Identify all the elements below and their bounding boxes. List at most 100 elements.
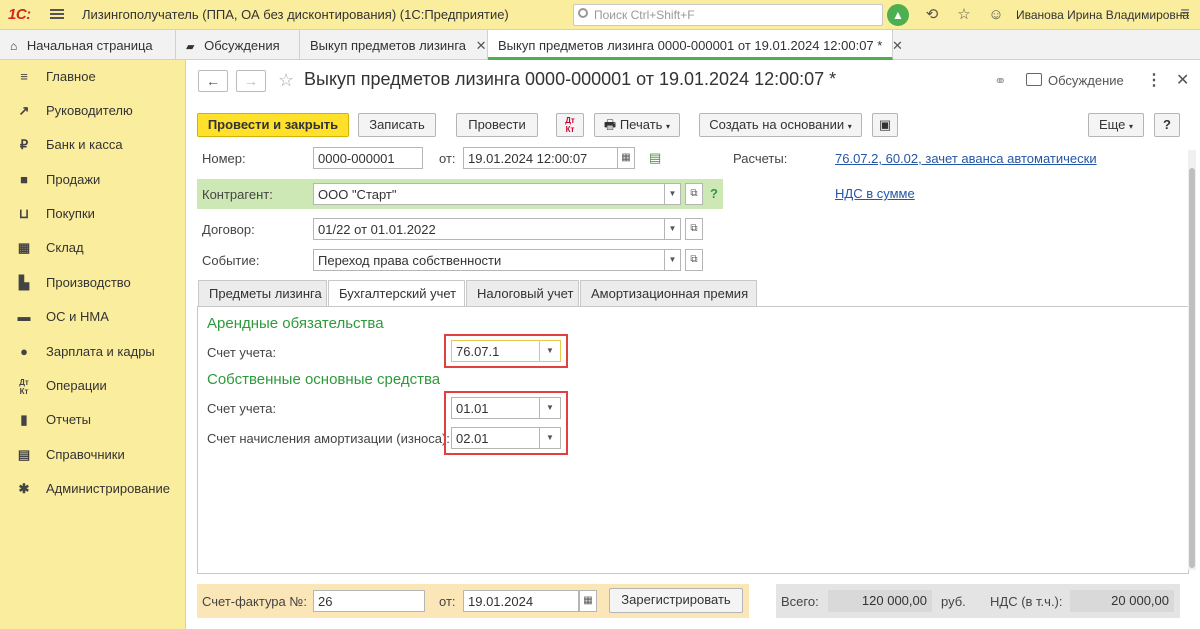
open-icon[interactable]: ⧉ [685,249,703,271]
tab-label: Начальная страница [26,38,153,53]
more-button[interactable]: Еще ▾ [1088,113,1144,137]
sidebar-item-warehouse[interactable]: ▦ Склад [0,231,186,265]
settings-menu-icon[interactable]: ≡ [1176,6,1194,22]
sidebar-item-label: Администрирование [46,481,170,496]
page-title: Выкуп предметов лизинга 0000-000001 от 1… [304,69,837,89]
chevron-down-icon[interactable]: ▼ [665,249,681,271]
account-field-76071[interactable]: 76.07.1 [451,340,540,362]
print-button[interactable]: 🖶 Печать ▾ [594,113,680,137]
current-user[interactable]: Иванова Ирина Владимировна [1016,8,1189,22]
tab-depreciation-bonus[interactable]: Амортизационная премия [580,280,757,306]
number-label: Номер: [202,151,246,166]
event-field[interactable]: Переход права собственности [313,249,665,271]
calendar-icon[interactable]: ▦ [617,147,635,169]
menu-lines-icon: ≡ [20,69,28,84]
invoice-date-label: от: [439,594,456,609]
favorites-star-icon[interactable]: ☆ [954,6,974,24]
truck-icon: ▬ [17,309,31,324]
contractor-field[interactable]: ООО "Старт" [313,183,665,205]
sidebar-item-payroll[interactable]: ● Зарплата и кадры [0,335,186,369]
discuss-button[interactable]: Обсуждение [1048,73,1124,88]
sidebar-item-main[interactable]: ≡ Главное [0,60,186,94]
sidebar-item-label: ОС и НМА [46,309,109,324]
calc-label: Расчеты: [733,151,788,166]
calc-link[interactable]: 76.07.2, 60.02, зачет аванса автоматичес… [835,151,1097,166]
sidebar-item-purchases[interactable]: ⊔ Покупки [0,197,186,231]
sidebar-item-directories[interactable]: ▤ Справочники [0,438,186,472]
close-icon[interactable]: ✕ [892,38,903,53]
sidebar-item-fixed-assets[interactable]: ▬ ОС и НМА [0,300,186,334]
chevron-down-icon[interactable]: ▼ [540,427,561,449]
tab-label: Выкуп предметов лизинга 0000-000001 от 1… [498,38,883,53]
fill-icon[interactable]: ▤ [649,150,661,166]
notifications-bell-icon[interactable]: ▲ [887,4,909,26]
more-vertical-icon[interactable]: ⋮ [1146,70,1162,90]
save-button[interactable]: Записать [358,113,436,137]
sidebar-item-manager[interactable]: ↗ Руководителю [0,94,186,128]
back-button[interactable]: ← [198,70,228,92]
users-icon[interactable]: ☺ [986,6,1006,24]
gear-icon: ✱ [18,481,30,496]
history-icon[interactable]: ⟲ [922,6,942,24]
section-own-fixed-assets: Собственные основные средства [207,371,441,388]
tab-buyout-document[interactable]: Выкуп предметов лизинга 0000-000001 от 1… [488,30,903,60]
main-menu-icon[interactable] [50,7,64,21]
close-icon[interactable]: ✕ [1176,70,1189,90]
open-icon[interactable]: ⧉ [685,183,703,205]
tab-leasing-items[interactable]: Предметы лизинга [198,280,327,306]
sidebar-item-label: Производство [46,275,131,290]
sidebar-item-reports[interactable]: ▮ Отчеты [0,403,186,437]
sidebar-item-production[interactable]: ▙ Производство [0,266,186,300]
chevron-down-icon[interactable]: ▼ [540,340,561,362]
kt-label: Кт [565,125,575,134]
chevron-down-icon[interactable]: ▼ [540,397,561,419]
chat-icon[interactable] [1026,73,1042,86]
vat-link[interactable]: НДС в сумме [835,186,915,201]
total-label: Всего: [781,594,819,609]
sidebar-item-label: Отчеты [46,412,91,427]
favorite-star-icon[interactable]: ☆ [278,70,294,91]
help-question-icon[interactable]: ? [710,186,718,201]
account-field-0201[interactable]: 02.01 [451,427,540,449]
tab-buyout-list[interactable]: Выкуп предметов лизинга ✕ [300,30,488,60]
ruble-icon: ₽ [19,137,29,152]
sidebar-item-admin[interactable]: ✱ Администрирование [0,472,186,506]
post-button[interactable]: Провести [456,113,538,137]
register-button[interactable]: Зарегистрировать [609,588,743,613]
factory-icon: ▙ [19,275,29,290]
sidebar-item-bank[interactable]: ₽ Банк и касса [0,128,186,162]
dt-kt-button[interactable]: Дт Кт [556,113,584,137]
invoice-date-field[interactable]: 19.01.2024 [463,590,579,612]
forward-button[interactable]: → [236,70,266,92]
structure-icon[interactable]: ▣ [872,113,898,137]
person-icon: ● [20,344,28,359]
app-title: Лизингополучатель (ППА, ОА без дисконтир… [82,7,509,22]
number-field[interactable]: 0000-000001 [313,147,423,169]
home-icon: ⌂ [10,39,18,53]
close-icon[interactable]: ✕ [476,38,487,53]
tab-accounting[interactable]: Бухгалтерский учет [328,280,465,307]
chevron-down-icon[interactable]: ▼ [665,218,681,240]
open-icon[interactable]: ⧉ [685,218,703,240]
sidebar-item-operations[interactable]: Дт Кт Операции [0,369,186,403]
tab-home[interactable]: ⌂ Начальная страница [0,30,176,60]
sidebar-item-sales[interactable]: ■ Продажи [0,163,186,197]
chevron-down-icon[interactable]: ▼ [665,183,681,205]
date-field[interactable]: 19.01.2024 12:00:07 [463,147,619,169]
create-based-on-button[interactable]: Создать на основании ▾ [699,113,862,137]
calendar-icon[interactable]: ▦ [579,590,597,612]
search-input[interactable]: Поиск Ctrl+Shift+F [573,4,883,26]
scrollbar-thumb[interactable] [1189,168,1195,568]
account-field-0101[interactable]: 01.01 [451,397,540,419]
help-button[interactable]: ? [1154,113,1180,137]
link-icon[interactable]: ⚭ [994,72,1007,90]
bar-chart-icon: ▮ [20,412,28,427]
tab-tax[interactable]: Налоговый учет [466,280,579,306]
invoice-number-field[interactable]: 26 [313,590,425,612]
account-label: Счет учета: [207,401,277,416]
trend-icon: ↗ [18,103,30,118]
contract-field[interactable]: 01/22 от 01.01.2022 [313,218,665,240]
post-and-close-button[interactable]: Провести и закрыть [197,113,349,137]
tab-discussions[interactable]: ▰ Обсуждения [176,30,300,60]
chevron-down-icon: ▾ [847,122,852,131]
